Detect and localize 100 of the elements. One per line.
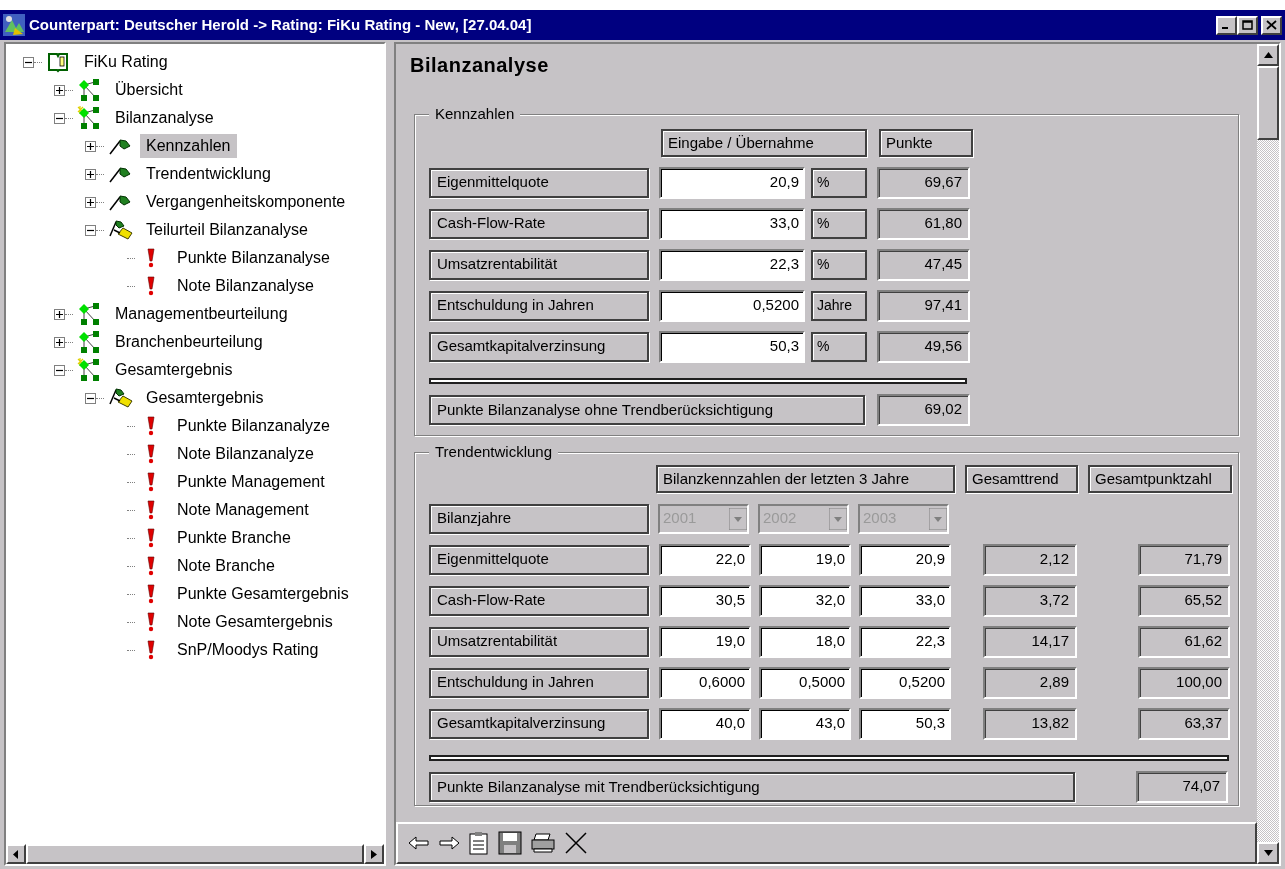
input-field[interactable]: 19,0 xyxy=(759,543,851,576)
field-label: Punkte Bilanzanalyse ohne Trendberücksichtigung xyxy=(429,395,865,425)
output-field: 63,37 xyxy=(1138,707,1230,740)
tree-item[interactable]: Bilanzanalyse xyxy=(109,106,220,130)
flags-icon xyxy=(106,386,134,410)
input-field[interactable]: 19,0 xyxy=(659,625,751,658)
tree-item[interactable]: Gesamtergebnis xyxy=(109,358,239,382)
minimize-button[interactable] xyxy=(1216,15,1237,35)
back-arrow-icon[interactable] xyxy=(408,835,430,851)
input-field[interactable]: 22,3 xyxy=(859,625,951,658)
input-field[interactable]: 18,0 xyxy=(759,625,851,658)
page-heading: Bilanzanalyse xyxy=(410,54,549,76)
exclamation-icon xyxy=(147,248,155,268)
exclamation-icon xyxy=(147,416,155,436)
tree-item[interactable]: Kennzahlen xyxy=(140,134,237,158)
column-header: Punkte xyxy=(879,129,973,157)
output-field: 14,17 xyxy=(983,625,1077,658)
input-field[interactable]: 0,6000 xyxy=(659,666,751,699)
input-field[interactable]: 30,5 xyxy=(659,584,751,617)
collapse-toggle[interactable] xyxy=(54,112,65,124)
network-sparkle-icon xyxy=(76,106,102,130)
exclamation-icon xyxy=(147,584,155,604)
tree-item[interactable]: Übersicht xyxy=(109,78,189,102)
maximize-button[interactable] xyxy=(1237,15,1258,35)
unit-label: % xyxy=(811,249,867,280)
tree-item[interactable]: Note Bilanzanalyze xyxy=(171,442,320,466)
collapse-toggle[interactable] xyxy=(85,224,96,236)
output-field: 69,67 xyxy=(877,166,970,199)
scroll-right-icon[interactable] xyxy=(371,849,377,859)
save-icon[interactable] xyxy=(498,831,522,855)
collapse-toggle[interactable] xyxy=(85,392,96,404)
input-field[interactable]: 22,3 xyxy=(659,248,805,281)
output-field: 49,56 xyxy=(877,330,970,363)
tree-item[interactable]: Note Bilanzanalyse xyxy=(171,274,320,298)
expand-toggle[interactable] xyxy=(54,308,65,320)
tree-item[interactable]: Punkte Management xyxy=(171,470,331,494)
expand-toggle[interactable] xyxy=(85,168,96,180)
input-field[interactable]: 22,0 xyxy=(659,543,751,576)
scroll-left-icon[interactable] xyxy=(13,849,19,859)
tree-item[interactable]: SnP/Moodys Rating xyxy=(171,638,325,662)
output-field: 61,80 xyxy=(877,207,970,240)
output-field: 2,89 xyxy=(983,666,1077,699)
field-label: Gesamtkapitalverzinsung xyxy=(429,331,649,362)
input-field[interactable]: 43,0 xyxy=(759,707,851,740)
output-field: 71,79 xyxy=(1138,543,1230,576)
tree-item[interactable]: Note Gesamtergebnis xyxy=(171,610,339,634)
scroll-down-icon[interactable] xyxy=(1263,850,1273,856)
input-field[interactable]: 32,0 xyxy=(759,584,851,617)
tree-item[interactable]: Note Management xyxy=(171,498,315,522)
tree-item[interactable]: Punkte Bilanzanalyse xyxy=(171,246,336,270)
tree-item[interactable]: Trendentwicklung xyxy=(140,162,277,186)
unit-label: Jahre xyxy=(811,290,867,321)
close-button[interactable] xyxy=(1261,15,1282,35)
tree-item[interactable]: Vergangenheitskomponente xyxy=(140,190,352,214)
close-icon[interactable] xyxy=(564,831,588,855)
exclamation-icon xyxy=(147,528,155,548)
tree-item[interactable]: Punkte Bilanzanalyze xyxy=(171,414,336,438)
tree-item[interactable]: Note Branche xyxy=(171,554,281,578)
tree-item[interactable]: Punkte Gesamtergebnis xyxy=(171,582,355,606)
input-field[interactable]: 50,3 xyxy=(659,330,805,363)
scroll-up-icon[interactable] xyxy=(1263,52,1273,58)
horizontal-scrollbar[interactable] xyxy=(6,844,384,864)
field-label: Entschuldung in Jahren xyxy=(429,290,649,321)
expand-toggle[interactable] xyxy=(54,84,65,96)
output-field: 74,07 xyxy=(1136,771,1228,803)
field-label: Bilanzjahre xyxy=(429,503,649,534)
input-field[interactable]: 40,0 xyxy=(659,707,751,740)
scrollbar-thumb[interactable] xyxy=(1257,66,1279,140)
output-field: 2,12 xyxy=(983,543,1077,576)
tree-item[interactable]: Teilurteil Bilanzanalyse xyxy=(140,218,314,242)
collapse-toggle[interactable] xyxy=(54,364,65,376)
input-field[interactable]: 0,5200 xyxy=(859,666,951,699)
input-field[interactable]: 0,5000 xyxy=(759,666,851,699)
forward-arrow-icon[interactable] xyxy=(438,835,460,851)
field-label: Entschuldung in Jahren xyxy=(429,667,649,698)
field-label: Cash-Flow-Rate xyxy=(429,208,649,239)
input-field[interactable]: 20,9 xyxy=(659,166,805,199)
printer-icon[interactable] xyxy=(530,832,556,854)
tree-item[interactable]: Managementbeurteilung xyxy=(109,302,294,326)
tree-item[interactable]: Branchenbeurteilung xyxy=(109,330,269,354)
input-field[interactable]: 0,5200 xyxy=(659,289,805,322)
collapse-toggle[interactable] xyxy=(23,56,34,68)
output-field: 61,62 xyxy=(1138,625,1230,658)
input-field[interactable]: 50,3 xyxy=(859,707,951,740)
vertical-scrollbar[interactable] xyxy=(1257,44,1279,864)
flag-icon xyxy=(108,164,132,184)
expand-toggle[interactable] xyxy=(85,196,96,208)
input-field[interactable]: 20,9 xyxy=(859,543,951,576)
expand-toggle[interactable] xyxy=(85,140,96,152)
tree-item[interactable]: FiKu Rating xyxy=(78,50,174,74)
expand-toggle[interactable] xyxy=(54,336,65,348)
column-header: Bilanzkennzahlen der letzten 3 Jahre xyxy=(656,465,955,493)
tree-item[interactable]: Gesamtergebnis xyxy=(140,386,270,410)
input-field[interactable]: 33,0 xyxy=(859,584,951,617)
input-field[interactable]: 33,0 xyxy=(659,207,805,240)
unit-label: % xyxy=(811,208,867,239)
tree-item[interactable]: Punkte Branche xyxy=(171,526,297,550)
clipboard-icon[interactable] xyxy=(468,831,490,855)
field-label: Eigenmittelquote xyxy=(429,544,649,575)
unit-label: % xyxy=(811,331,867,362)
